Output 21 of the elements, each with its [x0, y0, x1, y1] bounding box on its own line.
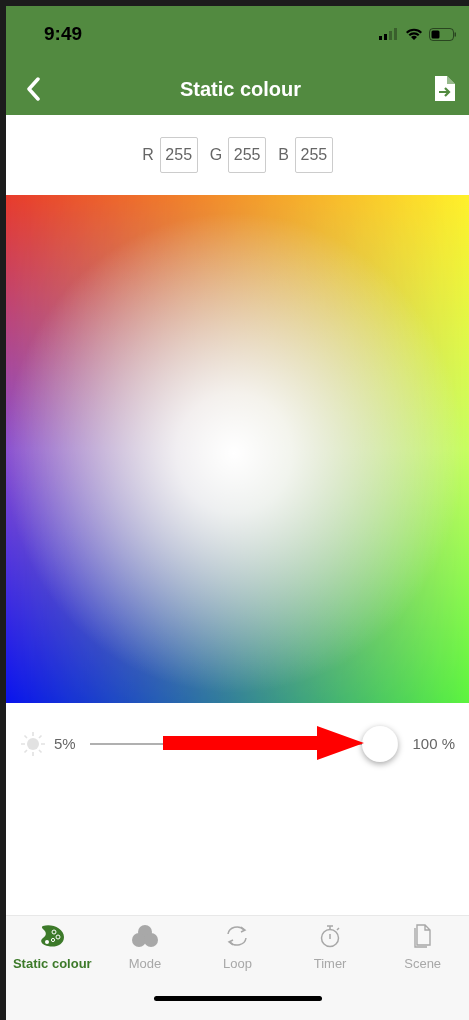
export-button[interactable] [435, 73, 457, 104]
battery-icon [429, 27, 457, 41]
channel-label: B [278, 145, 289, 165]
signal-icon [379, 28, 399, 40]
min-brightness-label: 5% [54, 733, 76, 754]
channel-label: G [209, 145, 223, 165]
page-title: Static colour [179, 76, 302, 102]
channel-value-field[interactable]: 255 [228, 137, 267, 173]
channel-label: R [142, 145, 154, 165]
back-icon [26, 76, 40, 101]
status-time: 9:49 [44, 21, 83, 46]
circles-icon [131, 924, 158, 948]
max-brightness-label: 100 % [412, 733, 455, 754]
channel-value-field[interactable]: 255 [159, 137, 198, 173]
palette-icon [39, 924, 66, 948]
brightness-icon [20, 731, 46, 757]
slider-thumb[interactable] [362, 726, 399, 762]
file-export-icon [435, 76, 455, 101]
channel-value-field[interactable]: 255 [294, 137, 333, 173]
wifi-icon [405, 27, 423, 41]
tab[interactable]: Static colour [6, 924, 99, 976]
